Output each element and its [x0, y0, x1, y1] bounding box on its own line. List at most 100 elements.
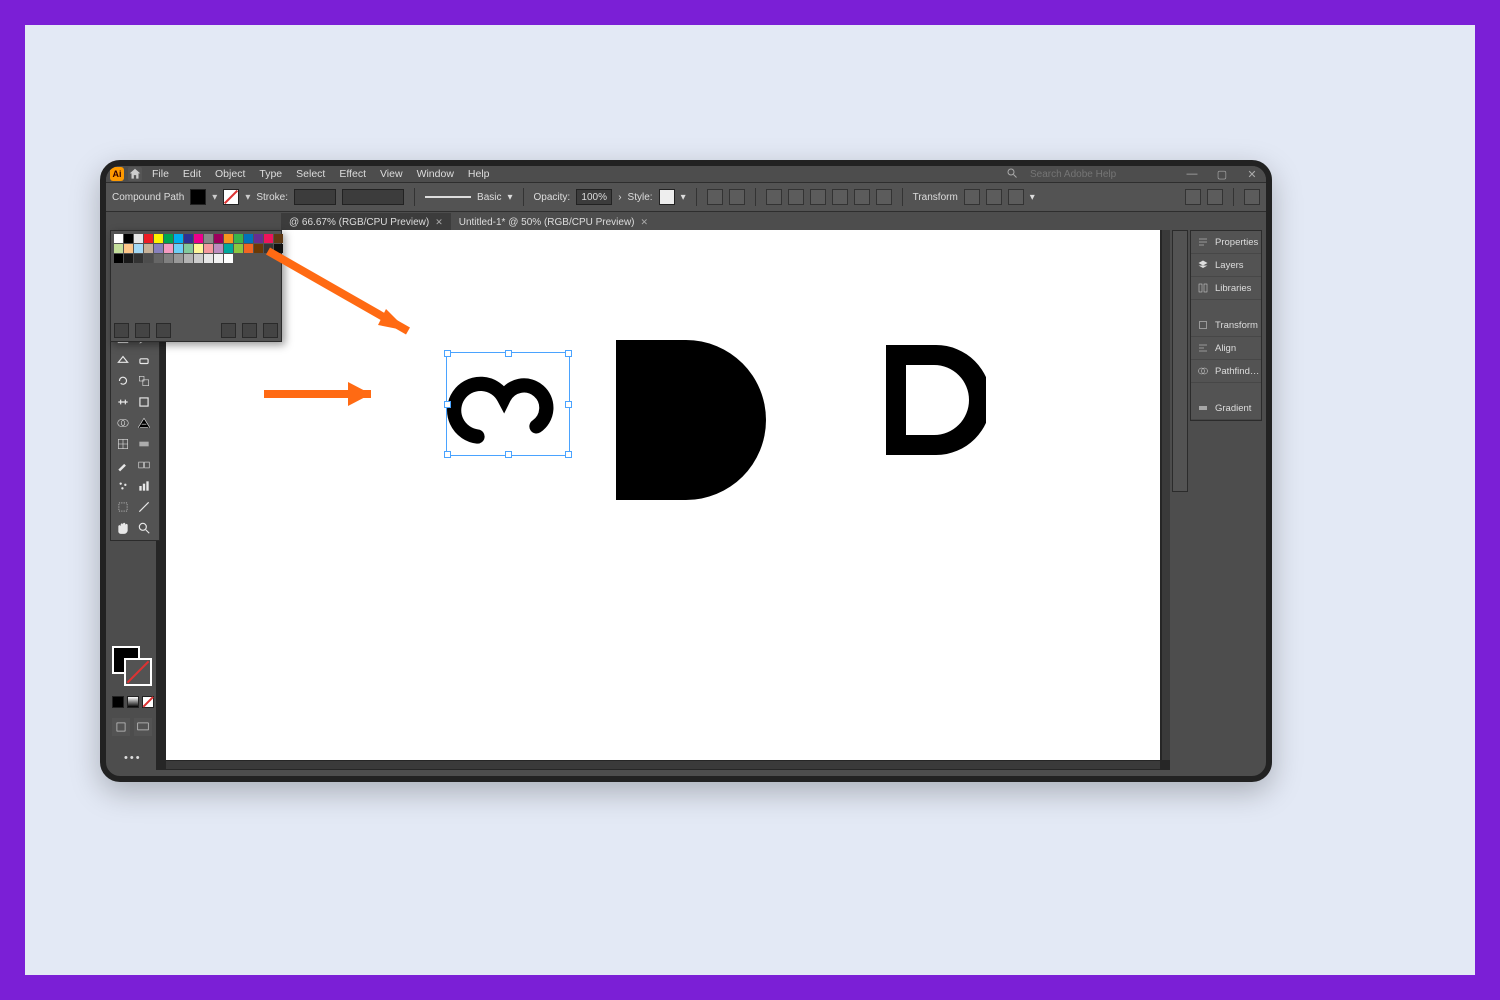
recolor-icon[interactable] — [707, 189, 723, 205]
align-right-icon[interactable] — [810, 189, 826, 205]
shape-builder-tool[interactable] — [114, 414, 132, 432]
perspective-grid-tool[interactable] — [135, 414, 153, 432]
menu-type[interactable]: Type — [259, 168, 282, 180]
color-swatch[interactable] — [204, 244, 213, 253]
collapsed-panel-strip[interactable] — [1172, 230, 1188, 492]
slice-tool[interactable] — [135, 498, 153, 516]
close-tab-icon[interactable]: ✕ — [641, 217, 649, 228]
panel-layers[interactable]: Layers — [1191, 254, 1261, 277]
eyedropper-tool[interactable] — [114, 456, 132, 474]
menu-edit[interactable]: Edit — [183, 168, 201, 180]
column-graph-tool[interactable] — [135, 477, 153, 495]
color-swatch[interactable] — [234, 244, 243, 253]
vertical-scrollbar[interactable] — [1162, 230, 1170, 760]
align-left-icon[interactable] — [766, 189, 782, 205]
align-hcenter-icon[interactable] — [788, 189, 804, 205]
color-swatch[interactable] — [184, 244, 193, 253]
color-swatch[interactable] — [134, 234, 143, 243]
search-icon[interactable] — [1006, 167, 1018, 182]
stroke-swatch[interactable] — [223, 189, 239, 205]
menu-effect[interactable]: Effect — [339, 168, 366, 180]
document-tab[interactable]: Untitled-1* @ 50% (RGB/CPU Preview) ✕ — [451, 213, 656, 231]
menu-file[interactable]: File — [152, 168, 169, 180]
color-swatch[interactable] — [154, 244, 163, 253]
color-swatch[interactable] — [224, 254, 233, 263]
panel-transform[interactable]: Transform — [1191, 314, 1261, 337]
menu-view[interactable]: View — [380, 168, 403, 180]
swatches-panel[interactable] — [110, 230, 282, 342]
blend-tool[interactable] — [135, 456, 153, 474]
color-swatch[interactable] — [124, 244, 133, 253]
panel-gradient[interactable]: Gradient — [1191, 397, 1261, 420]
color-swatch[interactable] — [124, 234, 133, 243]
doc-setup-icon[interactable] — [1185, 189, 1201, 205]
align-vcenter-icon[interactable] — [854, 189, 870, 205]
solid-color-mode[interactable] — [112, 696, 124, 708]
selection-bounding-box[interactable] — [446, 352, 570, 456]
color-swatch[interactable] — [214, 234, 223, 243]
color-swatch[interactable] — [204, 254, 213, 263]
workspace-icon[interactable] — [1244, 189, 1260, 205]
color-swatch[interactable] — [154, 234, 163, 243]
window-maximize-icon[interactable]: ▢ — [1212, 168, 1232, 181]
color-swatch[interactable] — [194, 244, 203, 253]
color-swatch[interactable] — [194, 254, 203, 263]
color-swatch[interactable] — [144, 254, 153, 263]
color-swatch[interactable] — [164, 244, 173, 253]
color-swatch[interactable] — [214, 254, 223, 263]
color-swatch[interactable] — [194, 234, 203, 243]
new-color-group-icon[interactable] — [221, 323, 236, 338]
window-close-icon[interactable]: ✕ — [1242, 168, 1262, 181]
new-swatch-icon[interactable] — [242, 323, 257, 338]
swatch-libraries-icon[interactable] — [114, 323, 129, 338]
color-swatch[interactable] — [244, 234, 253, 243]
search-input[interactable] — [1028, 167, 1172, 181]
color-swatch[interactable] — [174, 254, 183, 263]
fill-swatch[interactable] — [190, 189, 206, 205]
edit-toolbar-icon[interactable]: ••• — [124, 752, 142, 764]
panel-properties[interactable]: Properties — [1191, 231, 1261, 254]
width-tool[interactable] — [114, 393, 132, 411]
horizontal-scrollbar[interactable] — [166, 761, 1160, 769]
solid-d-shape[interactable] — [616, 340, 766, 500]
shaper-tool[interactable] — [114, 351, 132, 369]
zoom-tool[interactable] — [135, 519, 153, 537]
align-to-icon[interactable] — [729, 189, 745, 205]
gradient-mode[interactable] — [127, 696, 139, 708]
panel-pathfinder[interactable]: Pathfind… — [1191, 360, 1261, 383]
color-swatch[interactable] — [184, 254, 193, 263]
color-swatch[interactable] — [114, 244, 123, 253]
artboard-tool[interactable] — [114, 498, 132, 516]
color-swatch[interactable] — [244, 244, 253, 253]
color-swatch[interactable] — [214, 244, 223, 253]
opacity-more-icon[interactable]: › — [618, 192, 621, 203]
arrange-icon[interactable] — [1008, 189, 1024, 205]
panel-libraries[interactable]: Libraries — [1191, 277, 1261, 300]
color-swatch[interactable] — [224, 234, 233, 243]
brush-preview[interactable] — [425, 196, 471, 198]
mesh-tool[interactable] — [114, 435, 132, 453]
color-swatch[interactable] — [144, 234, 153, 243]
color-swatch[interactable] — [134, 254, 143, 263]
opacity-input[interactable]: 100% — [576, 189, 612, 205]
brush-dropdown-icon[interactable]: ▾ — [507, 192, 512, 203]
panel-align[interactable]: Align — [1191, 337, 1261, 360]
align-top-icon[interactable] — [832, 189, 848, 205]
window-minimize-icon[interactable]: — — [1182, 168, 1202, 180]
variable-width-profile[interactable] — [342, 189, 404, 205]
color-swatch[interactable] — [124, 254, 133, 263]
rotate-tool[interactable] — [114, 372, 132, 390]
scale-tool[interactable] — [135, 372, 153, 390]
color-swatch[interactable] — [174, 244, 183, 253]
cloud-shape[interactable] — [447, 353, 569, 455]
color-swatch[interactable] — [144, 244, 153, 253]
preferences-icon[interactable] — [1207, 189, 1223, 205]
gradient-tool[interactable] — [135, 435, 153, 453]
menu-select[interactable]: Select — [296, 168, 325, 180]
home-icon[interactable] — [128, 167, 142, 181]
document-tab[interactable]: @ 66.67% (RGB/CPU Preview) ✕ — [281, 213, 451, 231]
color-swatch[interactable] — [164, 254, 173, 263]
transform-label[interactable]: Transform — [913, 192, 958, 203]
crop-icon[interactable] — [986, 189, 1002, 205]
hand-tool[interactable] — [114, 519, 132, 537]
